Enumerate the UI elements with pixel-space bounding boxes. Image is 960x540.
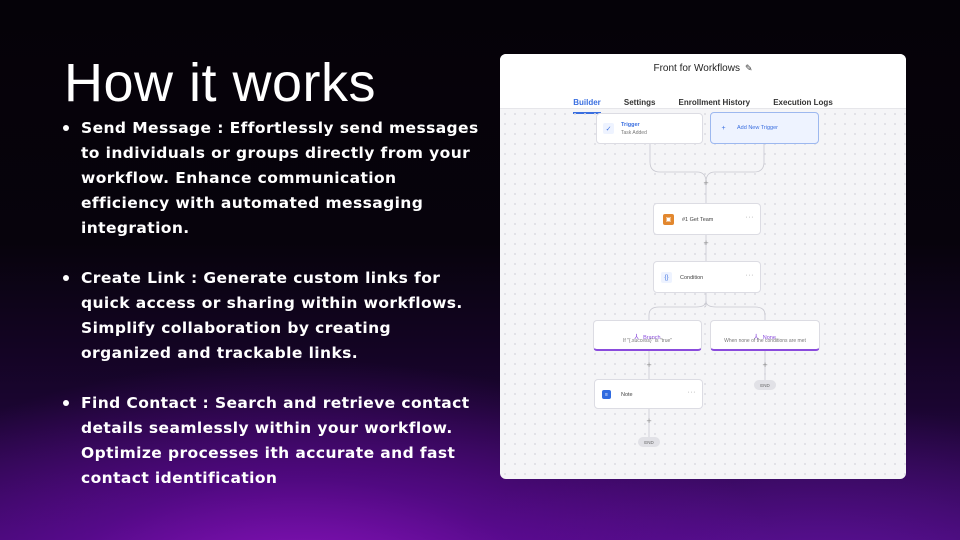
add-step-plus-icon[interactable]: + [761,361,769,369]
feature-find-contact: Find Contact : Search and retrieve conta… [62,391,482,491]
condition-label: Condition [680,275,704,281]
feature-text: Find Contact : Search and retrieve conta… [81,394,470,487]
connector-lines [648,144,766,437]
branch-node[interactable]: ⅄ Branch If "{.success}" is "true" [593,320,702,351]
workflow-header: Front for Workflows ✎ Builder Settings En… [500,54,906,114]
add-trigger-node[interactable]: + Add New Trigger [710,112,819,144]
trigger-sub: Task Added [621,130,647,136]
feature-create-link: Create Link : Generate custom links for … [62,266,482,366]
more-options-icon[interactable]: ··· [746,272,755,279]
pencil-icon[interactable]: ✎ [745,63,753,73]
braces-icon: {} [661,272,672,283]
trigger-node[interactable]: ✓ Trigger Task Added [596,113,703,144]
feature-text: Create Link : Generate custom links for … [81,269,463,362]
add-step-plus-icon[interactable]: + [702,179,710,187]
workflow-screenshot: Front for Workflows ✎ Builder Settings En… [500,54,906,479]
note-label: Note [621,392,633,398]
feature-list: Send Message : Effortlessly send message… [62,116,482,516]
connector-line [705,300,766,320]
trigger-label: Trigger [621,122,640,128]
bullet-dot-icon [63,125,69,131]
add-step-plus-icon[interactable]: + [645,417,653,425]
connector-line [705,144,765,183]
get-team-node[interactable]: ▣ #1 Get Team ··· [653,203,761,235]
add-step-plus-icon[interactable]: + [645,361,653,369]
team-icon: ▣ [663,214,674,225]
connector-line [649,144,707,203]
more-options-icon[interactable]: ··· [688,389,697,396]
add-step-plus-icon[interactable]: + [702,239,710,247]
condition-node[interactable]: {} Condition ··· [653,261,761,293]
note-node[interactable]: ≡ Note ··· [594,379,703,409]
none-node[interactable]: ⅄ None When none of the conditions are m… [710,320,820,351]
connector-line [648,300,707,320]
workflow-canvas[interactable]: ✓ Trigger Task Added + Add New Trigger +… [500,109,906,479]
none-sub: When none of the conditions are met [724,338,806,344]
note-icon: ≡ [602,390,611,399]
workflow-title: Front for Workflows ✎ [500,63,906,74]
add-trigger-label: Add New Trigger [737,125,778,131]
check-icon: ✓ [603,123,614,134]
bullet-dot-icon [63,400,69,406]
workflow-title-text: Front for Workflows [653,63,740,74]
bullet-dot-icon [63,275,69,281]
slide-title: How it works [64,53,377,113]
plus-icon: + [721,125,726,132]
more-options-icon[interactable]: ··· [746,214,755,221]
branch-sub: If "{.success}" is "true" [622,338,673,344]
get-team-label: #1 Get Team [682,217,714,223]
end-marker: END [754,380,776,390]
feature-text: Send Message : Effortlessly send message… [81,119,479,237]
feature-send-message: Send Message : Effortlessly send message… [62,116,482,241]
end-marker: END [638,437,660,447]
